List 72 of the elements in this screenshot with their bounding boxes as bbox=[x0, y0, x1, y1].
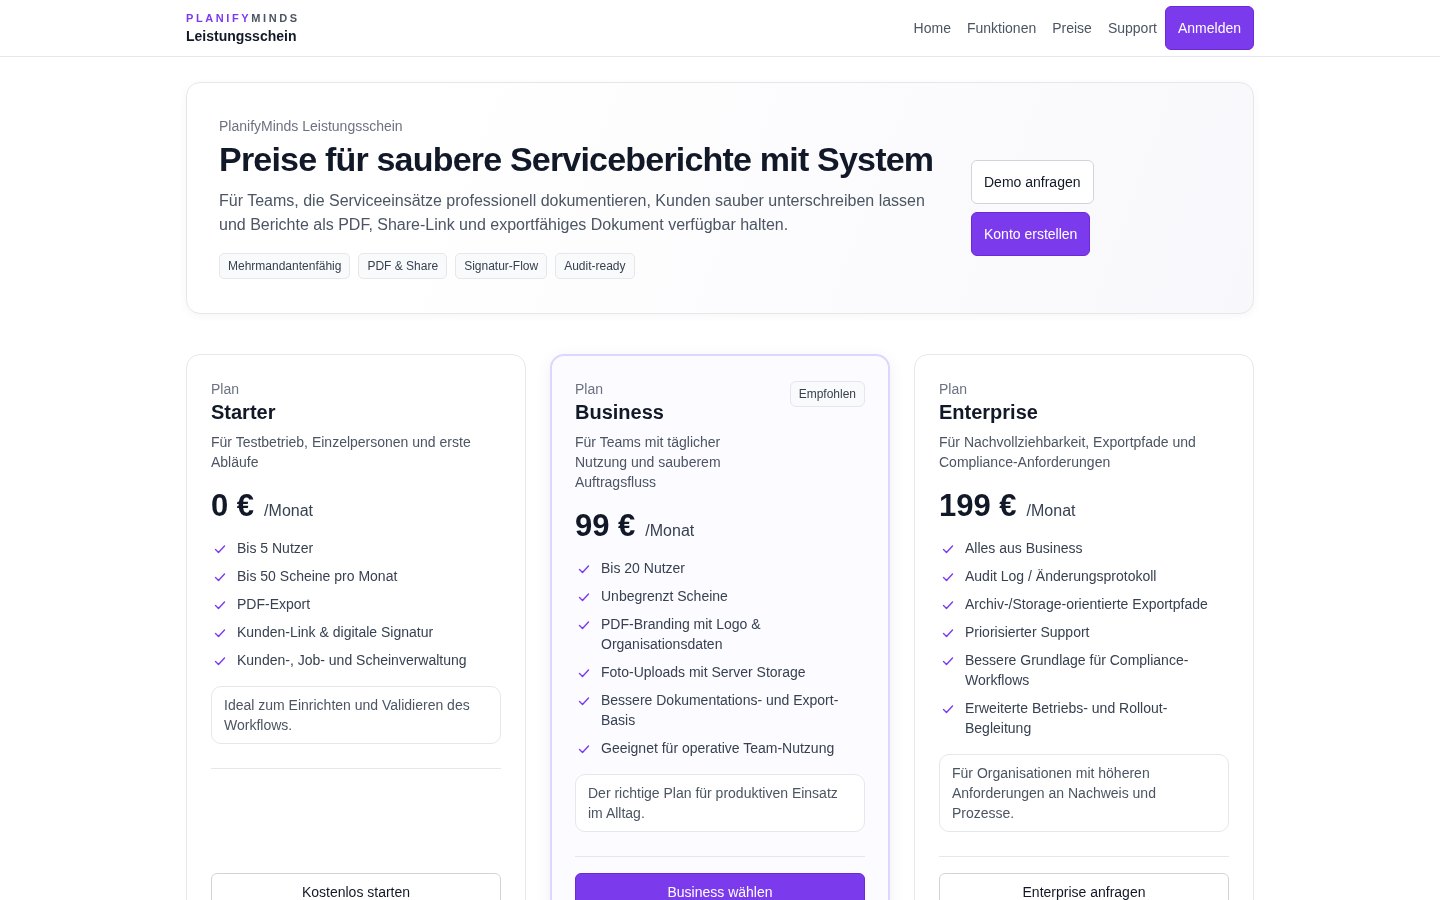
feature-text: Archiv-/Storage-orientierte Exportpfade bbox=[965, 595, 1208, 614]
check-icon bbox=[577, 666, 591, 680]
feature-text: PDF-Export bbox=[237, 595, 311, 614]
check-icon bbox=[941, 702, 955, 716]
feature-text: Bis 5 Nutzer bbox=[237, 539, 314, 558]
plan-name: Starter bbox=[211, 401, 276, 424]
check-icon bbox=[577, 694, 591, 708]
feature-text: Priorisierter Support bbox=[965, 623, 1090, 642]
hero-description: Für Teams, die Serviceeinsätze professionell dokumentieren, Kunden sauber unterschreiben lassen und Berichte als PDF, Share-Link und exportfähiges Dokument verfügbar halten. bbox=[219, 190, 926, 235]
check-icon bbox=[213, 542, 227, 556]
nav-link[interactable]: Preise bbox=[1052, 20, 1092, 36]
price-period: /Monat bbox=[264, 502, 314, 520]
feature-text: PDF-Branding mit Logo & Organisationsdaten bbox=[601, 615, 762, 654]
feature-text: Foto-Uploads mit Server Storage bbox=[601, 663, 806, 682]
check-icon bbox=[941, 654, 955, 668]
plan-eyebrow: Plan bbox=[575, 381, 605, 397]
check-icon bbox=[941, 626, 955, 640]
check-icon bbox=[213, 570, 227, 584]
check-icon bbox=[577, 562, 591, 576]
hero-eyebrow: PlanifyMinds Leistungsschein bbox=[219, 117, 404, 134]
nav-link[interactable]: Funktionen bbox=[966, 20, 1037, 36]
check-icon bbox=[577, 618, 591, 632]
plan-button[interactable]: Enterprise anfragen bbox=[939, 873, 1229, 900]
check-icon bbox=[577, 742, 591, 756]
check-icon bbox=[213, 598, 227, 612]
plan-description: Für Testbetrieb, Einzelpersonen und erste Abläufe bbox=[211, 433, 472, 472]
feature-text: Kunden-, Job- und Scheinverwaltung bbox=[237, 651, 467, 670]
check-icon bbox=[213, 654, 227, 668]
feature-tag: Audit-ready bbox=[555, 252, 635, 279]
plan-description: Für Nachvollziehbarkeit, Exportpfade und Compliance-Anforderungen bbox=[939, 433, 1197, 472]
plan-eyebrow: Plan bbox=[211, 381, 241, 397]
check-icon bbox=[941, 542, 955, 556]
feature-text: Bessere Dokumentations- und Export-Basis bbox=[601, 691, 840, 730]
check-icon bbox=[213, 626, 227, 640]
feature-text: Geeignet für operative Team-Nutzung bbox=[601, 739, 835, 758]
recommended-badge: Empfohlen bbox=[789, 381, 865, 407]
feature-text: Audit Log / Änderungsprotokoll bbox=[965, 567, 1157, 586]
create-account-button[interactable]: Konto erstellen bbox=[971, 212, 1091, 256]
price-period: /Monat bbox=[645, 522, 695, 540]
check-icon bbox=[941, 598, 955, 612]
feature-text: Alles aus Business bbox=[965, 539, 1083, 558]
feature-text: Bis 50 Scheine pro Monat bbox=[237, 567, 398, 586]
nav-link[interactable]: Home bbox=[913, 20, 951, 36]
plan-note: Für Organisationen mit höheren Anforderungen an Nachweis und Prozesse. bbox=[939, 754, 1229, 832]
plan-note: Der richtige Plan für produktiven Einsatz im Alltag. bbox=[575, 774, 865, 832]
plan-button[interactable]: Kostenlos starten bbox=[211, 873, 501, 900]
brand-logo[interactable]: PLANIFY MINDS bbox=[186, 12, 300, 24]
product-name: Leistungsschein bbox=[186, 28, 298, 44]
feature-tag: PDF & Share bbox=[358, 252, 448, 279]
check-icon bbox=[577, 590, 591, 604]
nav-link[interactable]: Support bbox=[1107, 20, 1157, 36]
feature-text: Erweiterte Betriebs- und Rollout-Begleitung bbox=[965, 699, 1169, 738]
hero-title: Preise für saubere Serviceberichte mit System bbox=[219, 139, 935, 179]
plan-price: 99 € bbox=[575, 508, 636, 544]
feature-tag: Signatur-Flow bbox=[455, 252, 548, 279]
plan-name: Enterprise bbox=[939, 401, 1038, 424]
plan-button[interactable]: Business wählen bbox=[575, 873, 865, 900]
login-button[interactable]: Anmelden bbox=[1164, 6, 1254, 50]
feature-tag: Mehrmandantenfähig bbox=[219, 252, 351, 279]
plan-description: Für Teams mit täglicher Nutzung und sauberem Auftragsfluss bbox=[575, 433, 722, 492]
feature-text: Bessere Grundlage für Compliance-Workflows bbox=[965, 651, 1190, 690]
feature-text: Bis 20 Nutzer bbox=[601, 559, 686, 578]
plan-price: 199 € bbox=[939, 488, 1017, 524]
plan-name: Business bbox=[575, 401, 664, 424]
plan-eyebrow: Plan bbox=[939, 381, 969, 397]
feature-text: Unbegrenzt Scheine bbox=[601, 587, 728, 606]
price-period: /Monat bbox=[1026, 502, 1076, 520]
plan-price: 0 € bbox=[211, 488, 255, 524]
plan-note: Ideal zum Einrichten und Validieren des Workflows. bbox=[211, 686, 501, 744]
demo-request-button[interactable]: Demo anfragen bbox=[971, 160, 1094, 204]
feature-text: Kunden-Link & digitale Signatur bbox=[237, 623, 434, 642]
check-icon bbox=[941, 570, 955, 584]
